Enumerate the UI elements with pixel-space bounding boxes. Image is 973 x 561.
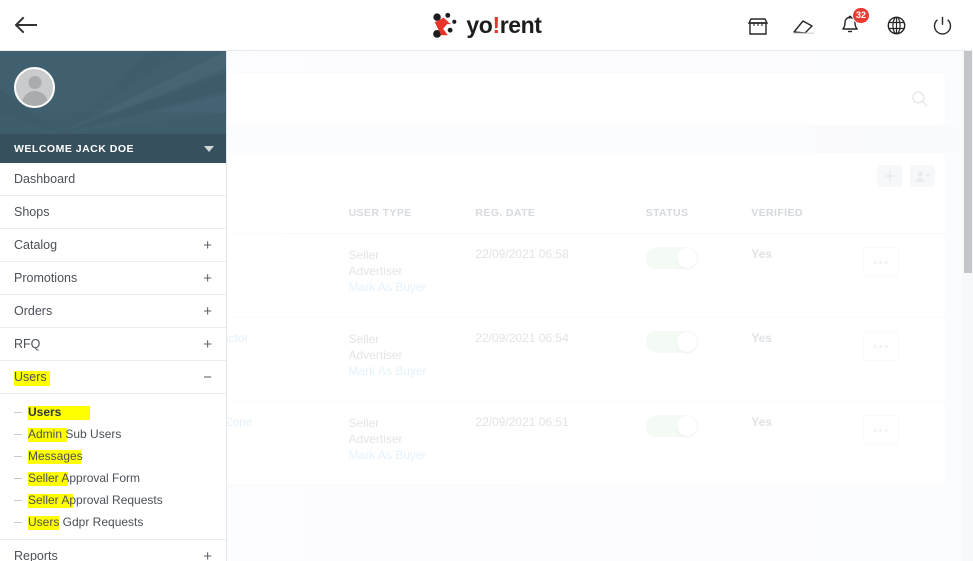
sidebar-item-expand: + xyxy=(203,335,212,353)
status-toggle[interactable] xyxy=(645,247,698,269)
verified-value: Yes xyxy=(751,247,772,261)
verified-value: Yes xyxy=(751,415,772,429)
sidebar-item-label: Catalog xyxy=(14,238,58,252)
power-icon[interactable] xyxy=(929,13,955,39)
col-header-reg-date: REG. DATE xyxy=(475,199,646,234)
submenu-item-label: Users xyxy=(28,405,62,419)
brand-bang: ! xyxy=(492,12,500,38)
sidebar-item-label: Reports xyxy=(14,549,58,561)
sidebar-item-expand: + xyxy=(203,269,212,287)
toggle-knob xyxy=(676,248,697,268)
bullet-dash-icon xyxy=(14,499,22,501)
submenu-item-seller-approval-form[interactable]: Seller Approval Form xyxy=(0,467,226,489)
submenu-item-users[interactable]: Users xyxy=(0,401,226,423)
submenu-item-label: Users Gdpr Requests xyxy=(28,515,144,529)
sidebar-item-expand: + xyxy=(203,236,212,254)
arrow-left-icon xyxy=(14,16,37,34)
welcome-bar[interactable]: WELCOME JACK DOE xyxy=(0,134,226,163)
col-header-status: STATUS xyxy=(645,199,752,234)
reg-date: 22/09/2021 06:51 xyxy=(475,415,569,429)
sidebar-item-rfq[interactable]: RFQ + xyxy=(0,328,226,361)
back-button[interactable] xyxy=(0,0,52,51)
sidebar-item-label: RFQ xyxy=(14,337,41,351)
col-header-actions xyxy=(862,199,945,234)
globe-icon[interactable] xyxy=(883,13,909,39)
status-toggle[interactable] xyxy=(645,415,698,437)
mark-as-buyer-link[interactable]: Mark As Buyer xyxy=(349,279,476,295)
user-type-1: Seller xyxy=(348,248,380,262)
col-header-user-type: USER TYPE xyxy=(348,199,476,234)
bullet-dash-icon xyxy=(14,433,22,435)
submenu-item-label: Seller Approval Form xyxy=(28,471,141,485)
reg-date: 22/09/2021 06:54 xyxy=(475,331,569,345)
add-user-button[interactable] xyxy=(910,165,935,187)
submenu-item-label: Seller Approval Requests xyxy=(28,493,163,507)
notification-badge: 32 xyxy=(851,6,870,24)
user-type-2: Advertiser xyxy=(348,348,403,362)
submenu-item-users-gdpr-requests[interactable]: Users Gdpr Requests xyxy=(0,511,226,533)
top-bar: yo!rent 32 xyxy=(0,0,973,51)
verified-value: Yes xyxy=(751,331,772,345)
bullet-dash-icon xyxy=(14,477,22,479)
user-type-1: Seller xyxy=(348,332,380,346)
col-header-verified: VERIFIED xyxy=(751,199,863,234)
users-submenu: Users Admin Sub Users Messages Seller Ap… xyxy=(0,394,226,540)
sidebar-item-label: Dashboard xyxy=(14,172,76,186)
yorent-logo-mark xyxy=(433,12,457,38)
sidebar-profile-header xyxy=(0,51,226,134)
bullet-dash-icon xyxy=(14,411,22,413)
user-type-2: Advertiser xyxy=(348,264,403,278)
brand-name: yo!rent xyxy=(466,12,542,38)
admin-users-page: yo!rent 32 USER TYPE REG. DATE STATUS VE… xyxy=(0,0,973,561)
welcome-label: WELCOME JACK DOE xyxy=(14,142,135,155)
chevron-down-icon xyxy=(204,145,214,152)
row-actions-button[interactable] xyxy=(862,415,899,445)
add-button[interactable] xyxy=(877,165,902,187)
scrollbar-thumb[interactable] xyxy=(964,51,972,273)
sidebar-item-expand: + xyxy=(203,302,212,320)
submenu-item-seller-approval-requests[interactable]: Seller Approval Requests xyxy=(0,489,226,511)
mark-as-buyer-link[interactable]: Mark As Buyer xyxy=(349,447,476,463)
eraser-icon[interactable] xyxy=(791,13,817,39)
sidebar-item-shops[interactable]: Shops xyxy=(0,196,226,229)
sidebar-item-expand: + xyxy=(203,547,212,561)
row-actions-button[interactable] xyxy=(862,331,899,361)
reg-date: 22/09/2021 06:58 xyxy=(475,247,569,261)
mark-as-buyer-link[interactable]: Mark As Buyer xyxy=(349,363,476,379)
bell-icon[interactable]: 32 xyxy=(837,6,870,39)
sidebar-item-label: Users xyxy=(14,370,47,384)
submenu-item-messages[interactable]: Messages xyxy=(0,445,226,467)
sidebar-item-catalog[interactable]: Catalog + xyxy=(0,229,226,262)
sidebar-item-label: Promotions xyxy=(14,271,78,285)
sidebar-item-dashboard[interactable]: Dashboard xyxy=(0,163,226,196)
submenu-item-admin-sub-users[interactable]: Admin Sub Users xyxy=(0,423,226,445)
search-icon[interactable] xyxy=(911,90,929,108)
add-user-icon xyxy=(915,170,930,182)
brand-name-after: rent xyxy=(499,12,542,38)
toggle-knob xyxy=(676,332,697,352)
sidebar-item-label: Shops xyxy=(14,205,50,219)
top-icon-group: 32 xyxy=(745,0,955,51)
submenu-item-label: Messages xyxy=(28,449,83,463)
status-toggle[interactable] xyxy=(645,331,698,353)
toggle-knob xyxy=(676,416,697,436)
brand-name-before: yo xyxy=(466,12,493,38)
user-type-1: Seller xyxy=(348,416,380,430)
submenu-item-label: Admin Sub Users xyxy=(28,427,122,441)
sidebar-item-promotions[interactable]: Promotions + xyxy=(0,262,226,295)
sidebar-item-users[interactable]: Users − xyxy=(0,361,226,394)
sidebar-item-label: Orders xyxy=(14,304,53,318)
sidebar-item-collapse: − xyxy=(203,368,212,386)
row-actions-button[interactable] xyxy=(862,247,899,277)
page-scrollbar[interactable] xyxy=(962,51,973,561)
plus-icon xyxy=(885,171,894,181)
sidebar-item-reports[interactable]: Reports + xyxy=(0,540,226,561)
store-icon[interactable] xyxy=(745,13,771,39)
sidebar-item-orders[interactable]: Orders + xyxy=(0,295,226,328)
bullet-dash-icon xyxy=(14,455,22,457)
user-type-2: Advertiser xyxy=(348,432,403,446)
sidebar: WELCOME JACK DOE Dashboard Shops Catalog… xyxy=(0,51,227,561)
avatar[interactable] xyxy=(14,67,55,108)
bullet-dash-icon xyxy=(14,521,22,523)
